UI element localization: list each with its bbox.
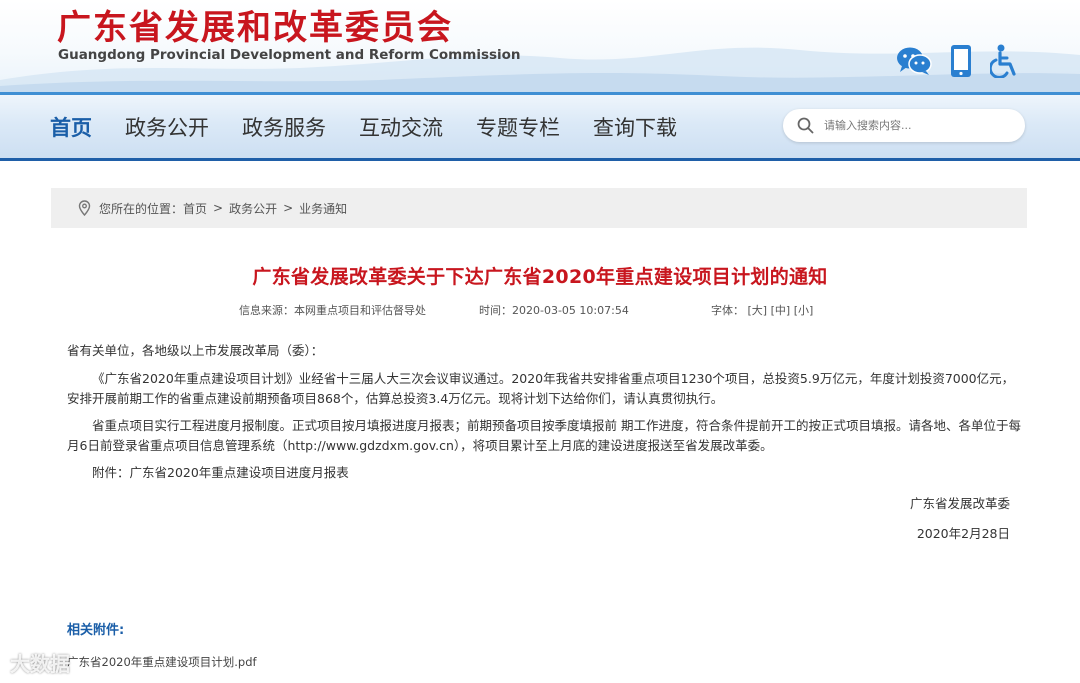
font-size-medium-button[interactable]: [中] (771, 304, 791, 317)
main-nav: 首页 政务公开 政务服务 互动交流 专题专栏 查询下载 (0, 95, 1080, 161)
site-header: 广东省发展和改革委员会 Guangdong Provincial Develop… (0, 0, 1080, 95)
font-size-small-button[interactable]: [小] (794, 304, 814, 317)
search-input[interactable] (824, 119, 1004, 132)
nav-item-query-download[interactable]: 查询下载 (593, 112, 677, 142)
watermark: 大数据 (10, 652, 70, 676)
breadcrumb: 您所在的位置： 首页 > 政务公开 > 业务通知 (51, 188, 1027, 228)
article-attachment-note: 附件：广东省2020年重点建设项目进度月报表 (92, 465, 349, 480)
article-title: 广东省发展改革委关于下达广东省2020年重点建设项目计划的通知 (252, 266, 828, 288)
breadcrumb-separator: > (213, 201, 224, 215)
nav-item-government-affairs[interactable]: 政务公开 (125, 112, 209, 142)
search-icon[interactable] (797, 117, 814, 134)
site-logo-title[interactable]: 广东省发展和改革委员会 (57, 8, 453, 48)
article-paragraph: 省重点项目实行工程进度月报制度。正式项目按月填报进度月报表；前期预备项目按季度填… (67, 418, 1021, 453)
accessibility-icon[interactable] (990, 44, 1020, 78)
article-time: 时间：2020-03-05 10:07:54 (479, 304, 629, 317)
nav-item-special-topics[interactable]: 专题专栏 (476, 112, 560, 142)
article-paragraph: 《广东省2020年重点建设项目计划》业经省十三届人大三次会议审议通过。2020年… (67, 371, 1015, 406)
font-size-controls: 字体： [大] [中] [小] (711, 302, 813, 318)
nav-menu: 首页 政务公开 政务服务 互动交流 专题专栏 查询下载 (50, 95, 710, 158)
article-signature: 广东省发展改革委 (909, 496, 1010, 511)
font-size-large-button[interactable]: [大] (748, 304, 768, 317)
wechat-icon[interactable] (896, 46, 932, 76)
article-salutation: 省有关单位，各地级以上市发展改革局（委）： (67, 343, 324, 358)
breadcrumb-home[interactable]: 首页 (183, 200, 207, 217)
breadcrumb-business-notice[interactable]: 业务通知 (299, 200, 347, 217)
attachment-link[interactable]: 广东省2020年重点建设项目计划.pdf (67, 654, 257, 670)
nav-item-government-services[interactable]: 政务服务 (242, 112, 326, 142)
site-logo-subtitle: Guangdong Provincial Development and Ref… (58, 47, 521, 63)
font-size-label: 字体： (711, 304, 744, 317)
article-source: 信息来源：本网重点项目和评估督导处 (239, 304, 426, 317)
breadcrumb-separator: > (283, 201, 294, 215)
nav-item-interaction[interactable]: 互动交流 (359, 112, 443, 142)
mobile-icon[interactable] (950, 44, 972, 78)
search-box (783, 109, 1025, 142)
header-icon-group (896, 44, 1020, 78)
location-pin-icon (78, 200, 91, 216)
article-date: 2020年2月28日 (916, 526, 1010, 541)
breadcrumb-government-affairs[interactable]: 政务公开 (229, 200, 277, 217)
article-signature-block: 广东省发展改革委 2020年2月28日 (910, 494, 1010, 544)
nav-item-home[interactable]: 首页 (50, 112, 92, 142)
breadcrumb-prefix: 您所在的位置： (99, 201, 184, 216)
related-attachments-title: 相关附件: (67, 623, 125, 638)
article-body: 省有关单位，各地级以上市发展改革局（委）： 《广东省2020年重点建设项目计划》… (67, 341, 1022, 490)
